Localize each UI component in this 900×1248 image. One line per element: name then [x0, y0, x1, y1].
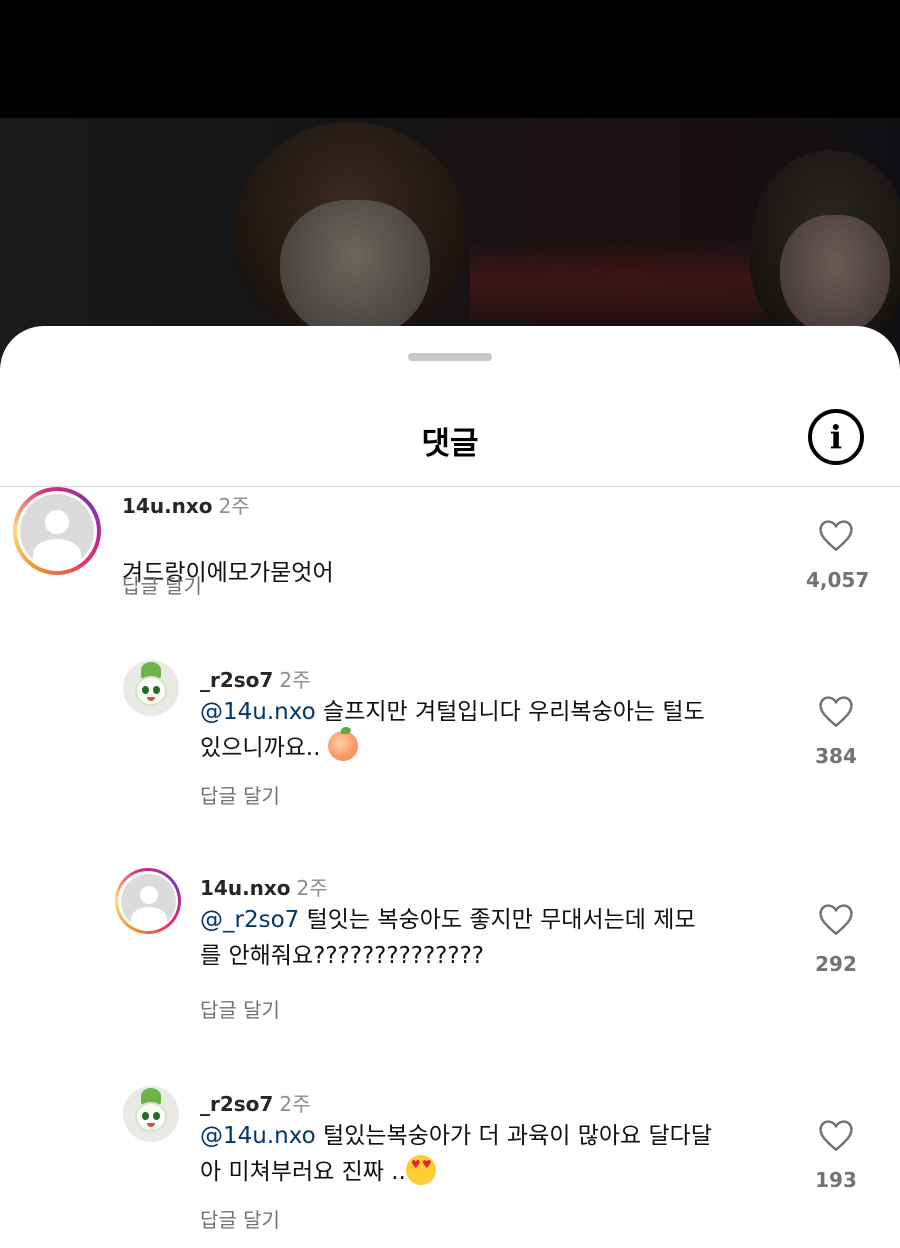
username-text[interactable]: _r2so7 — [200, 668, 273, 692]
comment-text: @14u.nxo 슬프지만 겨털입니다 우리복숭아는 털도 있으니까요.. — [200, 694, 790, 766]
info-icon: i — [829, 418, 843, 456]
comment-time: 2주 — [218, 494, 250, 518]
avatar[interactable] — [115, 868, 181, 934]
peach-emoji-icon — [327, 727, 358, 761]
reply-button[interactable]: 답글 달기 — [122, 570, 202, 599]
comment-username[interactable]: _r2so7 2주 — [200, 664, 310, 693]
heart-icon — [819, 904, 853, 936]
comment-text: 겨드랑이에모가묻엇어 — [122, 519, 762, 591]
username-text[interactable]: _r2so7 — [200, 1092, 273, 1116]
like-count: 4,057 — [806, 568, 870, 592]
reply-button[interactable]: 답글 달기 — [200, 994, 280, 1023]
comment-text: @14u.nxo 털있는복숭아가 더 과육이 많아요 달다달 아 미쳐부러요 진… — [200, 1118, 790, 1190]
comments-sheet: 댓글 i 14u.nxo 2주 겨드랑이에모가묻엇어 답글 달기 4,057 _… — [0, 326, 900, 1248]
comment-time: 2주 — [296, 876, 328, 900]
like-button[interactable]: 292 — [806, 902, 866, 976]
comment-time: 2주 — [279, 668, 311, 692]
like-count: 193 — [815, 1168, 857, 1192]
username-text[interactable]: 14u.nxo — [200, 876, 291, 900]
video-background[interactable] — [0, 0, 900, 360]
drag-handle[interactable] — [408, 353, 492, 361]
avatar[interactable] — [123, 1086, 179, 1142]
like-count: 384 — [815, 744, 857, 768]
heart-icon — [819, 1120, 853, 1152]
avatar[interactable] — [123, 660, 179, 716]
info-button[interactable]: i — [808, 409, 864, 465]
performer-2-face — [780, 215, 890, 335]
like-button[interactable]: 384 — [806, 694, 866, 768]
mention-link[interactable]: @14u.nxo — [200, 699, 316, 725]
header-divider — [0, 486, 900, 487]
like-button[interactable]: 193 — [806, 1118, 866, 1192]
mention-link[interactable]: @14u.nxo — [200, 1123, 316, 1149]
heart-eyes-emoji-icon — [405, 1155, 436, 1185]
like-count: 292 — [815, 952, 857, 976]
reply-button[interactable]: 답글 달기 — [200, 1204, 280, 1233]
default-avatar-icon — [20, 494, 94, 568]
sheet-title: 댓글 — [421, 426, 479, 462]
comment-username[interactable]: 14u.nxo 2주 — [200, 872, 328, 901]
comment-username[interactable]: _r2so7 2주 — [200, 1088, 310, 1117]
comment-time: 2주 — [279, 1092, 311, 1116]
stage-light — [470, 240, 790, 320]
heart-icon — [819, 696, 853, 728]
comment-text: @_r2so7 털잇는 복숭아도 좋지만 무대서는데 제모 를 안해줘요????… — [200, 902, 790, 974]
heart-icon — [819, 520, 853, 552]
performer-1-face — [280, 200, 430, 340]
username-text[interactable]: 14u.nxo — [122, 494, 213, 518]
avatar[interactable] — [13, 487, 101, 575]
reply-button[interactable]: 답글 달기 — [200, 780, 280, 809]
mention-link[interactable]: @_r2so7 — [200, 907, 299, 933]
default-avatar-icon — [120, 873, 176, 929]
like-button[interactable]: 4,057 — [806, 518, 870, 592]
comment-username[interactable]: 14u.nxo 2주 — [122, 490, 250, 519]
